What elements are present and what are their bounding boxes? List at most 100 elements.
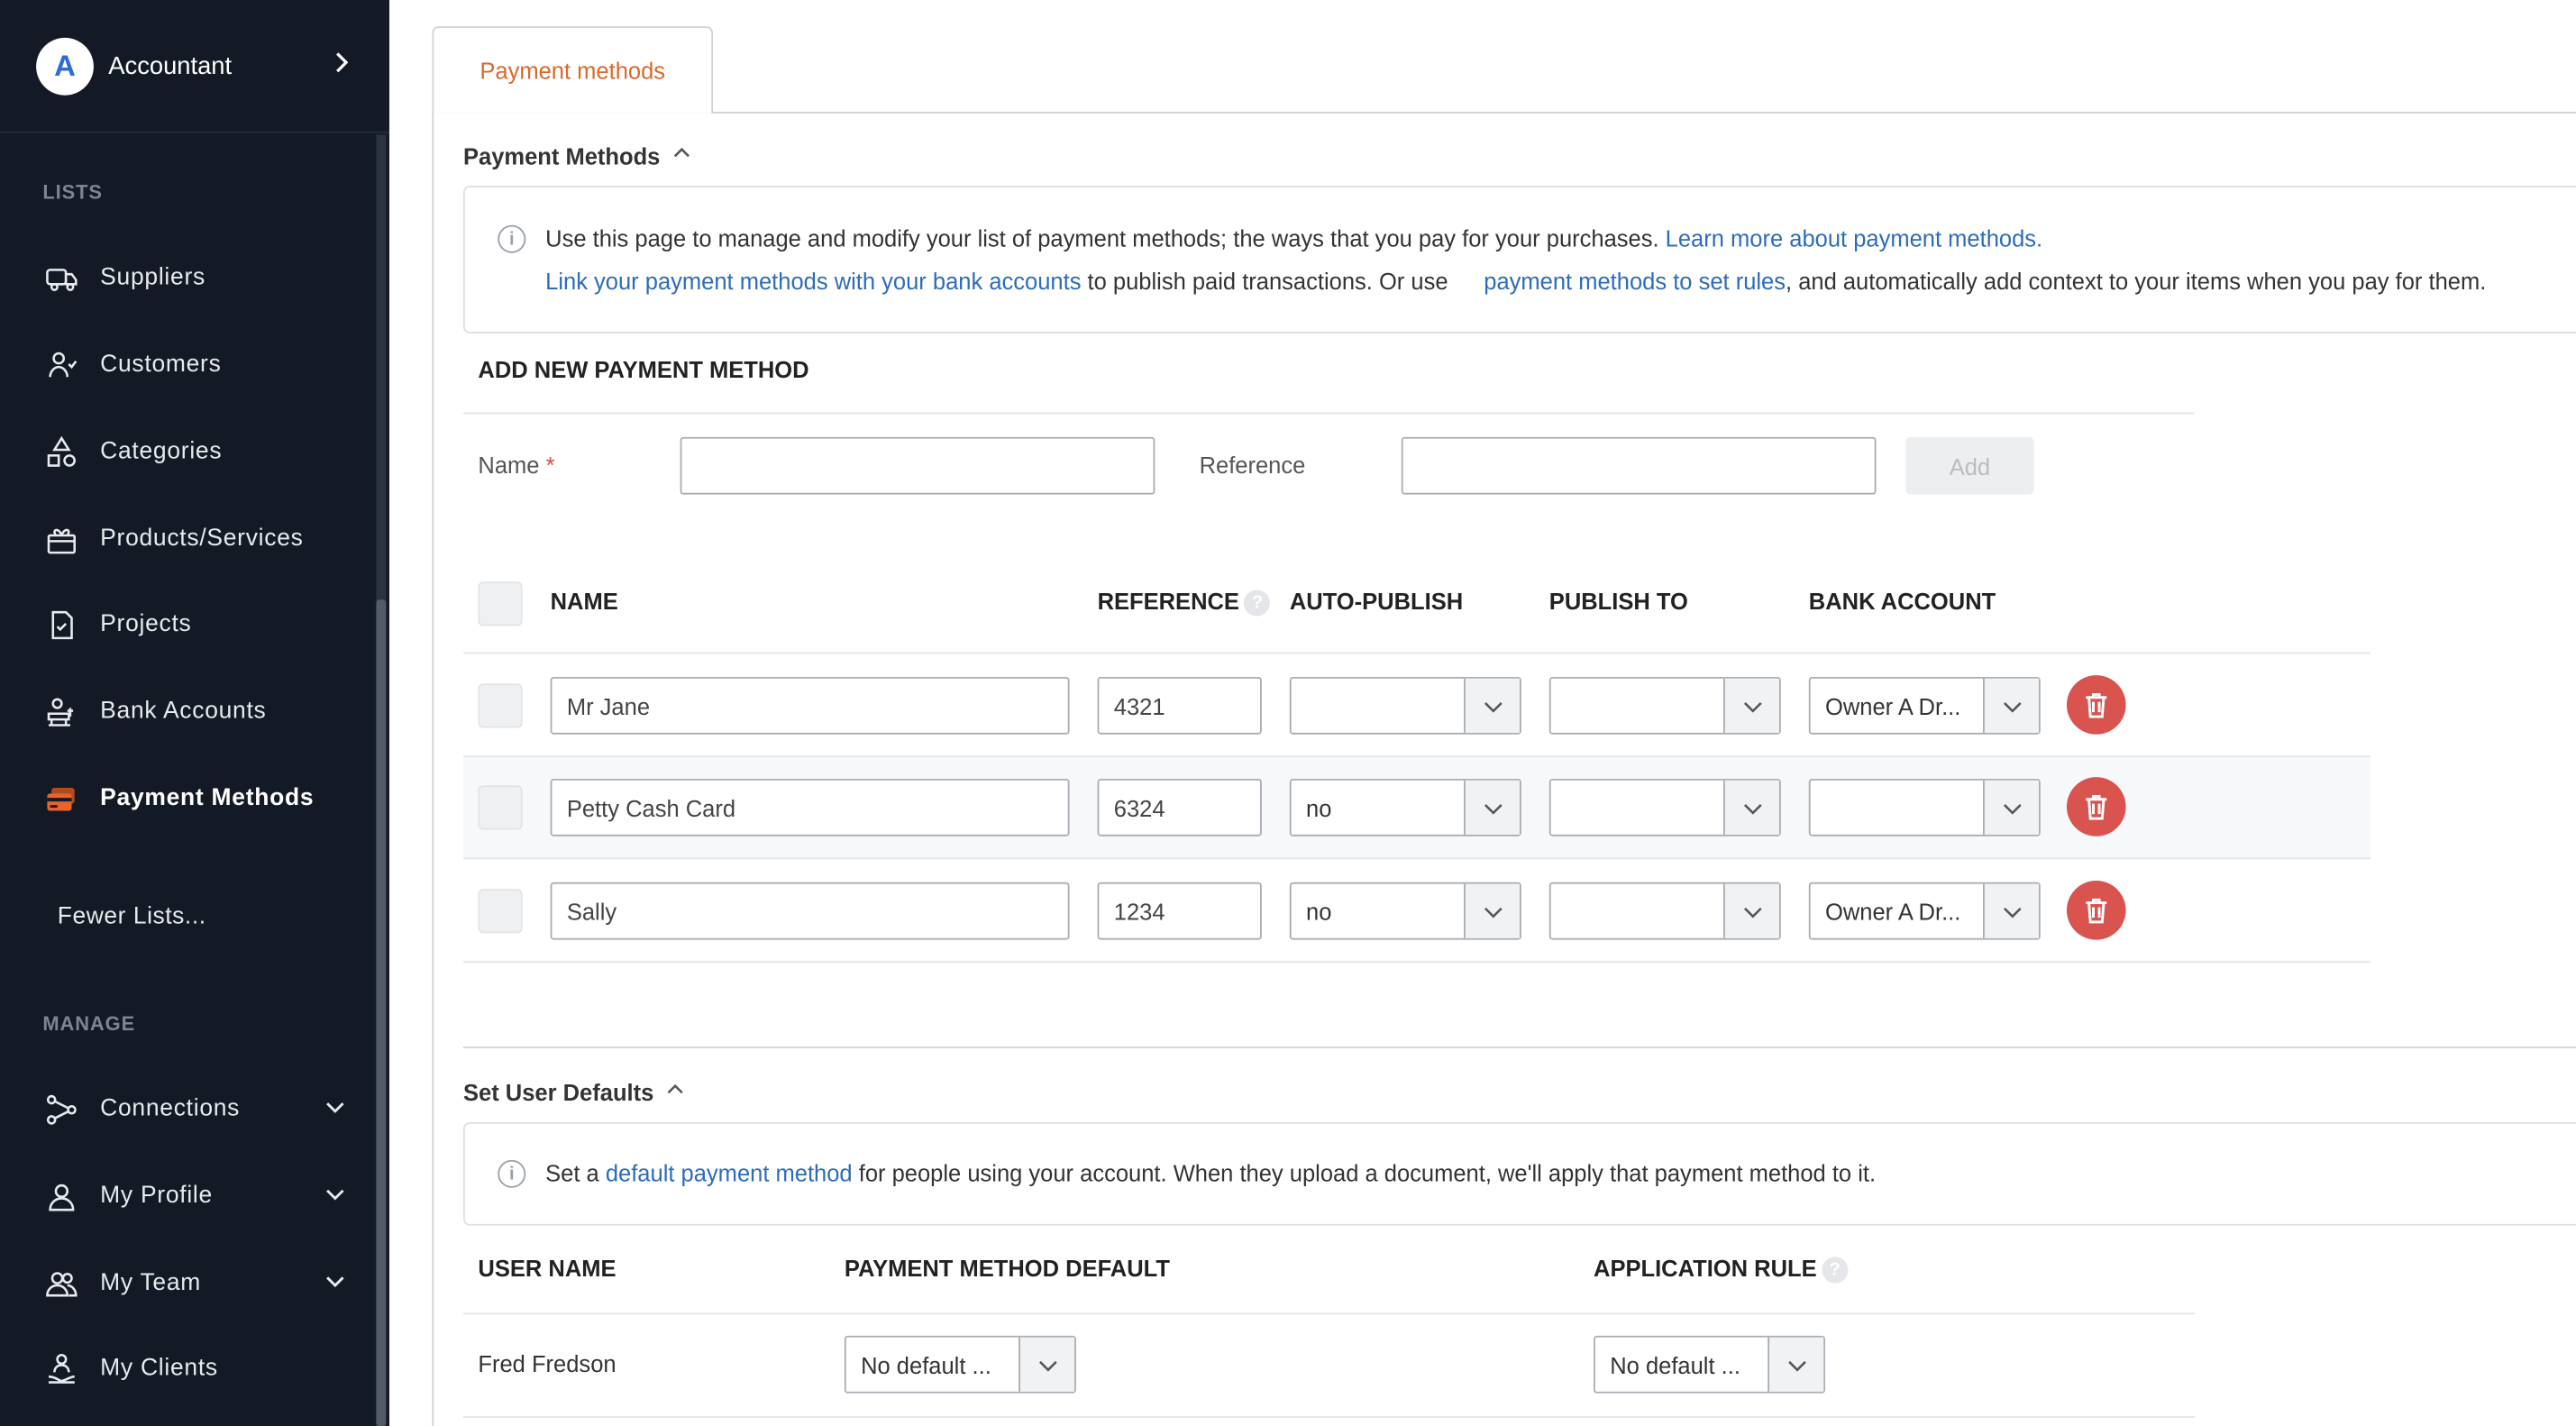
section-manage-heading: MANAGE xyxy=(42,1011,136,1036)
sidebar-item-label: My Team xyxy=(100,1269,202,1297)
divider xyxy=(463,857,2371,860)
chevron-down-icon[interactable] xyxy=(322,1267,354,1299)
section-title: Set User Defaults xyxy=(463,1078,654,1105)
application-rule-select[interactable]: No default ... xyxy=(1594,1335,1826,1394)
select-value xyxy=(1551,781,1723,835)
bank-account-select[interactable] xyxy=(1808,778,2041,836)
link-bank-accounts-link[interactable]: Link your payment methods with your bank… xyxy=(545,268,1081,294)
row-reference-input[interactable] xyxy=(1097,676,1262,735)
fewer-lists-link[interactable]: Fewer Lists... xyxy=(58,903,206,929)
sidebar-item-label: Customers xyxy=(100,352,222,379)
select-all-checkbox[interactable] xyxy=(478,581,523,626)
select-value: Owner A Dr... xyxy=(1825,692,1961,719)
trash-icon xyxy=(2086,794,2107,820)
chevron-down-icon[interactable] xyxy=(1982,780,2039,835)
chevron-down-icon[interactable] xyxy=(1723,883,1779,938)
publish-to-select[interactable] xyxy=(1548,676,1781,735)
delete-button[interactable] xyxy=(2066,777,2126,836)
sidebar-item-payment-methods[interactable]: Payment Methods xyxy=(42,777,354,819)
sidebar-item-my-profile[interactable]: My Profile xyxy=(42,1178,354,1214)
chevron-down-icon[interactable] xyxy=(322,1093,354,1125)
row-checkbox[interactable] xyxy=(478,785,523,830)
customers-icon xyxy=(42,347,78,383)
info-line-1: Use this page to manage and modify your … xyxy=(545,217,2042,260)
publish-to-select[interactable] xyxy=(1548,882,1781,940)
auto-publish-select[interactable] xyxy=(1289,676,1521,735)
sidebar-item-categories[interactable]: Categories xyxy=(42,434,354,470)
column-header-publish-to: PUBLISH TO xyxy=(1548,588,1688,615)
help-icon[interactable]: ? xyxy=(1822,1257,1849,1284)
row-name-input[interactable] xyxy=(550,676,1070,735)
payment-methods-section-toggle[interactable]: Payment Methods xyxy=(463,142,693,169)
sidebar-item-customers[interactable]: Customers xyxy=(42,347,354,383)
new-reference-input[interactable] xyxy=(1401,436,1877,495)
chevron-down-icon[interactable] xyxy=(1019,1337,1075,1392)
row-reference-input[interactable] xyxy=(1097,882,1262,940)
sidebar-item-label: Bank Accounts xyxy=(100,698,267,725)
help-icon[interactable]: ? xyxy=(1244,590,1271,617)
default-payment-method-link[interactable]: default payment method xyxy=(606,1160,853,1186)
categories-icon xyxy=(42,434,78,470)
row-checkbox[interactable] xyxy=(478,683,523,728)
sidebar: A Accountant LISTS Suppliers Customers C… xyxy=(0,0,389,1426)
row-reference-input[interactable] xyxy=(1097,778,1262,836)
info-text: for people using your account. When they… xyxy=(858,1159,1877,1186)
sidebar-item-bank-accounts[interactable]: Bank Accounts xyxy=(42,693,354,729)
chevron-down-icon[interactable] xyxy=(1982,883,2039,938)
main-content: Payment methods Payment Methods i Use th… xyxy=(389,0,2576,1426)
chevron-right-icon[interactable] xyxy=(327,47,367,85)
sidebar-item-my-clients[interactable]: My Clients xyxy=(42,1350,354,1386)
team-icon xyxy=(42,1265,78,1301)
bank-account-select[interactable]: Owner A Dr... xyxy=(1808,676,2041,735)
add-button[interactable]: Add xyxy=(1905,436,2034,495)
row-checkbox[interactable] xyxy=(478,889,523,934)
chevron-down-icon[interactable] xyxy=(1464,678,1520,733)
auto-publish-select[interactable]: no xyxy=(1289,882,1521,940)
chevron-down-icon[interactable] xyxy=(1723,780,1779,835)
column-header-reference: REFERENCE? xyxy=(1098,589,1271,617)
sidebar-item-label: Projects xyxy=(100,611,192,638)
sidebar-item-connections[interactable]: Connections xyxy=(42,1091,354,1127)
set-rules-link[interactable]: payment methods to set rules xyxy=(1484,268,1786,294)
learn-more-link[interactable]: Learn more about payment methods. xyxy=(1666,225,2042,251)
account-switcher[interactable]: A Accountant xyxy=(0,0,389,133)
chevron-down-icon[interactable] xyxy=(1982,678,2039,733)
tab-payment-methods[interactable]: Payment methods xyxy=(432,26,714,114)
user-defaults-section-toggle[interactable]: Set User Defaults xyxy=(463,1078,687,1106)
sidebar-item-label: Suppliers xyxy=(100,264,206,291)
row-name-input[interactable] xyxy=(550,778,1070,836)
chevron-down-icon[interactable] xyxy=(1723,678,1779,733)
chevron-down-icon[interactable] xyxy=(1464,780,1520,835)
auto-publish-select[interactable]: no xyxy=(1289,778,1521,836)
avatar: A xyxy=(36,37,94,95)
section-title: Payment Methods xyxy=(463,142,661,169)
section-lists-heading: LISTS xyxy=(42,180,103,205)
chevron-down-icon[interactable] xyxy=(1768,1337,1824,1392)
delete-button[interactable] xyxy=(2066,675,2126,735)
clients-icon xyxy=(42,1350,78,1386)
products-icon xyxy=(42,521,78,557)
column-header-payment-method-default: PAYMENT METHOD DEFAULT xyxy=(844,1255,1170,1282)
publish-to-select[interactable] xyxy=(1548,778,1781,836)
divider xyxy=(463,961,2371,964)
sidebar-item-products-services[interactable]: Products/Services xyxy=(42,521,354,557)
sidebar-item-suppliers[interactable]: Suppliers xyxy=(42,260,354,296)
divider xyxy=(463,652,2371,654)
chevron-down-icon[interactable] xyxy=(322,1181,354,1212)
sidebar-item-my-team[interactable]: My Team xyxy=(42,1265,354,1301)
payment-method-default-select[interactable]: No default ... xyxy=(844,1335,1076,1394)
select-value: no xyxy=(1306,794,1332,821)
sidebar-item-label: Categories xyxy=(100,438,223,465)
user-defaults-info-box: i Set a default payment method for peopl… xyxy=(463,1121,2576,1226)
select-value: no xyxy=(1306,898,1332,925)
sidebar-scrollbar-thumb[interactable] xyxy=(376,599,387,1426)
bank-account-select[interactable]: Owner A Dr... xyxy=(1808,882,2041,940)
row-name-input[interactable] xyxy=(550,882,1070,940)
chevron-down-icon[interactable] xyxy=(1464,883,1520,938)
sidebar-item-projects[interactable]: Projects xyxy=(42,607,354,643)
delete-button[interactable] xyxy=(2066,880,2126,940)
sidebar-item-label: Connections xyxy=(100,1095,241,1122)
new-name-input[interactable] xyxy=(680,436,1156,495)
column-header-text: REFERENCE xyxy=(1097,588,1239,615)
select-value: No default ... xyxy=(1610,1351,1740,1378)
